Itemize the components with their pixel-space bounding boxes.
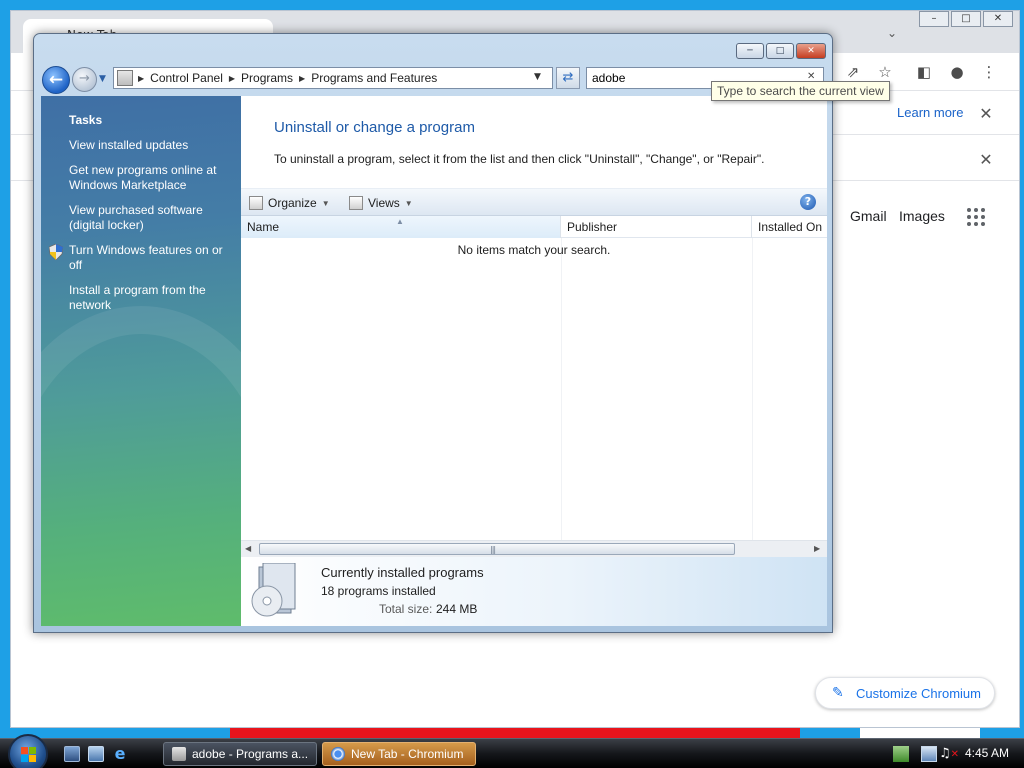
- taskbar-button-label: New Tab - Chromium: [351, 747, 464, 761]
- refresh-icon[interactable]: ⇄: [556, 67, 580, 89]
- images-link[interactable]: Images: [899, 208, 945, 224]
- tasks-title: Tasks: [69, 113, 103, 127]
- total-size-label: Total size:: [379, 602, 433, 616]
- task-get-new-programs[interactable]: Get new programs online at Windows Marke…: [69, 163, 229, 193]
- system-tray: ♫✕ 4:45 AM: [865, 739, 1024, 768]
- taskbar-button-label: adobe - Programs a...: [192, 747, 309, 761]
- chromium-close-button[interactable]: ✕: [983, 11, 1013, 27]
- sort-ascending-icon: ▲: [396, 217, 404, 226]
- search-input-value: adobe: [592, 71, 626, 85]
- task-view-purchased-software[interactable]: View purchased software (digital locker): [69, 203, 229, 233]
- pencil-icon: ✎: [832, 685, 844, 701]
- address-dropdown-icon[interactable]: ▼: [534, 72, 541, 82]
- breadcrumb: ▶ Control Panel ▶ Programs ▶ Programs an…: [138, 71, 438, 85]
- window-titlebar[interactable]: [34, 34, 832, 64]
- chromium-icon: [331, 747, 345, 761]
- control-panel-icon: [172, 747, 186, 761]
- address-bar[interactable]: ▶ Control Panel ▶ Programs ▶ Programs an…: [113, 67, 553, 89]
- views-button[interactable]: Views ▼: [349, 194, 413, 212]
- breadcrumb-programs[interactable]: Programs: [241, 71, 293, 85]
- windows-start-icon[interactable]: [8, 734, 48, 768]
- horizontal-scrollbar[interactable]: ◀ ||| ▶: [241, 540, 827, 557]
- page-description: To uninstall a program, select it from t…: [274, 152, 765, 166]
- chromium-maximize-button[interactable]: □: [951, 11, 981, 27]
- taskbar-button-programs[interactable]: adobe - Programs a...: [163, 742, 317, 766]
- details-pane: Currently installed programs 18 programs…: [241, 557, 827, 626]
- network-icon[interactable]: [921, 746, 937, 762]
- column-header-installed-on[interactable]: Installed On: [752, 216, 827, 238]
- column-headers: Name ▲ Publisher Installed On: [241, 216, 827, 238]
- scroll-right-icon[interactable]: ▶: [814, 544, 820, 553]
- internet-explorer-icon[interactable]: e: [112, 746, 128, 762]
- minimize-button[interactable]: ─: [736, 43, 764, 59]
- organize-button[interactable]: Organize ▼: [249, 194, 330, 212]
- task-install-from-network[interactable]: Install a program from the network: [69, 283, 229, 313]
- scrollbar-thumb[interactable]: |||: [259, 543, 735, 555]
- breadcrumb-control-panel[interactable]: Control Panel: [150, 71, 223, 85]
- chevron-down-icon: ▼: [404, 198, 413, 208]
- programs-and-features-window: ─ □ ✕ ← → ▼ ▶ Control Panel ▶ Programs ▶…: [33, 33, 890, 633]
- customize-chromium-label: Customize Chromium: [856, 686, 981, 701]
- chromium-window-controls: – □ ✕: [917, 11, 1017, 29]
- column-header-publisher[interactable]: Publisher: [561, 216, 752, 238]
- task-turn-windows-features[interactable]: Turn Windows features on or off: [69, 243, 229, 273]
- customize-chromium-button[interactable]: ✎ Customize Chromium: [815, 677, 995, 709]
- total-size-value: 244 MB: [436, 602, 478, 616]
- control-panel-icon: [117, 70, 133, 86]
- shield-icon: [49, 244, 63, 260]
- menu-icon[interactable]: ⋮: [979, 62, 999, 82]
- tasks-pane: Tasks View installed updates Get new pro…: [41, 96, 241, 626]
- show-desktop-icon[interactable]: [64, 746, 80, 762]
- taskbar-button-chromium[interactable]: New Tab - Chromium: [322, 742, 476, 766]
- recent-pages-icon[interactable]: ▼: [99, 74, 106, 84]
- learn-more-link[interactable]: Learn more: [897, 105, 963, 120]
- search-tooltip: Type to search the current view: [711, 81, 890, 101]
- taskbar: e adobe - Programs a... New Tab - Chromi…: [0, 734, 1024, 768]
- task-view-installed-updates[interactable]: View installed updates: [69, 138, 229, 153]
- back-icon[interactable]: ←: [42, 66, 70, 94]
- window-content: Tasks View installed updates Get new pro…: [41, 96, 827, 626]
- views-label: Views: [368, 196, 400, 210]
- programs-installed-count: 18 programs installed: [321, 584, 436, 598]
- details-title: Currently installed programs: [321, 565, 484, 580]
- gmail-link[interactable]: Gmail: [850, 208, 887, 224]
- breadcrumb-programs-and-features[interactable]: Programs and Features: [311, 71, 437, 85]
- tasks-pane-decoration: [41, 306, 241, 626]
- switch-windows-icon[interactable]: [88, 746, 104, 762]
- profile-icon[interactable]: ●: [947, 62, 967, 82]
- column-header-name[interactable]: Name ▲: [241, 216, 561, 238]
- chevron-down-icon: ▼: [321, 198, 330, 208]
- infobar-close-icon[interactable]: ✕: [977, 104, 995, 123]
- maximize-button[interactable]: □: [766, 43, 794, 59]
- empty-list-message: No items match your search.: [457, 243, 611, 257]
- installed-programs-icon: [251, 563, 296, 617]
- forward-icon[interactable]: →: [72, 67, 97, 92]
- main-pane: Uninstall or change a program To uninsta…: [241, 96, 827, 626]
- close-button[interactable]: ✕: [796, 43, 826, 59]
- organize-label: Organize: [268, 196, 317, 210]
- clock[interactable]: 4:45 AM: [965, 746, 1009, 760]
- tab-search-icon[interactable]: ⌄: [887, 26, 897, 40]
- share-icon[interactable]: ⇗: [843, 62, 863, 82]
- command-bar: Organize ▼ Views ▼ ?: [241, 188, 827, 216]
- organize-icon: [249, 196, 263, 210]
- program-list[interactable]: No items match your search.: [241, 238, 827, 540]
- views-icon: [349, 196, 363, 210]
- chromium-minimize-button[interactable]: –: [919, 11, 949, 27]
- google-apps-icon[interactable]: [967, 208, 985, 226]
- scroll-left-icon[interactable]: ◀: [245, 544, 251, 553]
- infobar-close-icon[interactable]: ✕: [977, 150, 995, 169]
- side-panel-icon[interactable]: ◧: [914, 62, 934, 82]
- tray-app-icon[interactable]: [893, 746, 909, 762]
- page-title: Uninstall or change a program: [274, 119, 475, 136]
- volume-muted-icon[interactable]: ♫✕: [939, 746, 959, 762]
- desktop-wallpaper-strip: [230, 727, 800, 738]
- help-icon[interactable]: ?: [800, 194, 816, 210]
- bookmark-star-icon[interactable]: ☆: [875, 62, 895, 82]
